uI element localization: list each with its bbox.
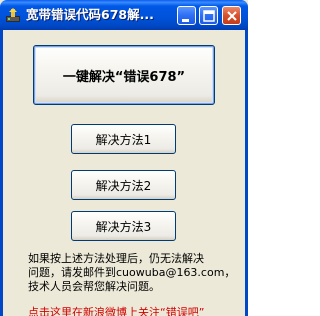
weibo-follow-link[interactable]: 点击这里在新浪微博上关注“错误吧”	[28, 306, 248, 316]
method-1-button[interactable]: 解决方法1	[71, 124, 176, 154]
app-icon	[5, 7, 21, 23]
minimize-icon	[182, 19, 189, 22]
help-text: 如果按上述方法处理后，仍无法解决 问题，请发邮件到cuowuba@163.com…	[28, 252, 238, 294]
window-title: 宽带错误代码678解...	[26, 7, 154, 22]
one-click-fix-button[interactable]: 一键解决“错误678”	[33, 45, 215, 105]
maximize-icon	[203, 10, 215, 22]
method-2-button[interactable]: 解决方法2	[71, 170, 176, 200]
title-bar[interactable]: 宽带错误代码678解...	[0, 0, 248, 30]
maximize-button[interactable]	[199, 6, 218, 25]
window-frame-right	[245, 30, 248, 316]
close-icon	[227, 11, 237, 21]
help-text-line: 问题，请发邮件到cuowuba@163.com，	[28, 266, 236, 279]
close-button[interactable]	[222, 6, 241, 25]
window-frame-left	[0, 30, 3, 316]
help-text-line: 技术人员会帮您解决问题。	[28, 280, 160, 293]
method-3-button[interactable]: 解决方法3	[71, 211, 176, 241]
app-window: 宽带错误代码678解... 一键解决“错误678” 解决方法1 解决方法2 解决…	[0, 0, 248, 316]
minimize-button[interactable]	[177, 6, 196, 25]
help-text-line: 如果按上述方法处理后，仍无法解决	[28, 252, 204, 265]
